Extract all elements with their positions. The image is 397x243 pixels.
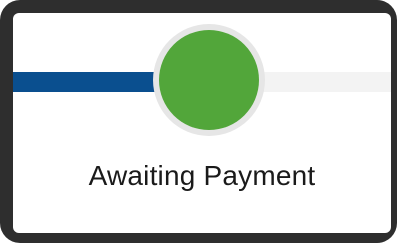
step-card-frame: Awaiting Payment [0,0,397,243]
progress-step-card: Awaiting Payment [13,13,391,233]
step-indicator-node [153,24,265,136]
step-indicator-fill [159,30,259,130]
step-label: Awaiting Payment [88,160,316,191]
